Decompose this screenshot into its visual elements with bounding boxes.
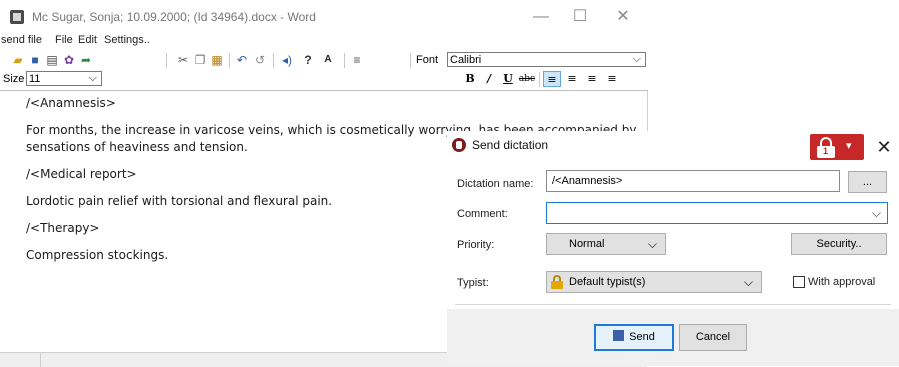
paragraph: Compression stockings. xyxy=(26,248,169,262)
paragraph: sensations of heaviness and tension. xyxy=(26,140,248,154)
redo-icon[interactable]: ↺ xyxy=(252,53,268,67)
save-icon[interactable]: ■ xyxy=(27,53,43,67)
window-title: Mc Sugar, Sonja; 10.09.2000; (Id 34964).… xyxy=(32,10,316,24)
cut-icon[interactable]: ✂ xyxy=(175,53,191,67)
menu-settings[interactable]: Settings.. xyxy=(104,34,150,46)
priority-select[interactable]: Normal ⌵ xyxy=(546,233,666,255)
app-icon xyxy=(10,10,24,24)
insert-icon[interactable]: ≡ xyxy=(349,53,365,67)
print-icon[interactable]: ▤ xyxy=(44,53,60,67)
with-approval-checkbox[interactable] xyxy=(793,276,805,288)
underline-button[interactable]: U xyxy=(499,71,517,87)
priority-label: Priority: xyxy=(457,239,495,251)
paragraph: Lordotic pain relief with torsional and … xyxy=(26,194,333,208)
dictation-name-value: /<Anamnesis> xyxy=(552,175,623,187)
chevron-down-icon: ⌵ xyxy=(743,275,753,289)
forward-icon[interactable]: ➦ xyxy=(78,53,94,67)
dictation-name-input[interactable]: /<Anamnesis> xyxy=(546,170,840,192)
comment-combobox[interactable]: ⌵ xyxy=(546,202,888,224)
bold-button[interactable]: B xyxy=(461,71,479,87)
browse-button[interactable]: ... xyxy=(848,171,887,193)
dictation-app-icon xyxy=(452,138,466,152)
send-icon xyxy=(613,330,625,341)
with-approval-label[interactable]: With approval xyxy=(808,276,875,288)
chevron-down-icon: ⌵ xyxy=(88,72,97,84)
maximize-button[interactable]: ☐ xyxy=(562,4,598,30)
open-folder-icon[interactable]: ▰ xyxy=(10,53,26,67)
typist-select[interactable]: Default typist(s) ⌵ xyxy=(546,271,762,293)
typist-label: Typist: xyxy=(457,277,489,289)
help-icon[interactable]: ? xyxy=(300,53,316,67)
padlock-icon xyxy=(551,275,563,289)
lock-badge: 1 xyxy=(823,146,829,156)
copy-icon[interactable]: ❐ xyxy=(192,53,208,67)
align-center-button[interactable]: ≡ xyxy=(563,71,581,87)
paragraph: /<Anamnesis> xyxy=(26,96,116,110)
size-select[interactable]: 11 ⌵ xyxy=(26,71,102,86)
send-label: Send xyxy=(629,331,655,343)
title-bar: Mc Sugar, Sonja; 10.09.2000; (Id 34964).… xyxy=(0,0,650,34)
text-style-icon[interactable]: A xyxy=(320,53,336,67)
chevron-down-icon: ⌵ xyxy=(871,206,881,220)
chevron-down-icon: ⌵ xyxy=(647,237,657,251)
align-left-button[interactable]: ≡ xyxy=(543,71,561,87)
chevron-down-icon: ▾ xyxy=(846,140,852,152)
align-right-button[interactable]: ≡ xyxy=(583,71,601,87)
send-button[interactable]: Send xyxy=(594,324,674,351)
paste-icon[interactable]: ▦ xyxy=(209,53,225,67)
security-button[interactable]: Security.. xyxy=(791,233,887,255)
dialog-title: Send dictation xyxy=(472,138,549,152)
italic-button[interactable]: / xyxy=(480,71,498,87)
format-toolbar: Size 11 ⌵ B / U abc ≡ ≡ ≡ ≡ xyxy=(0,70,650,89)
size-label: Size xyxy=(3,73,25,85)
size-value: 11 xyxy=(29,73,41,85)
paragraph: /<Therapy> xyxy=(26,221,100,235)
minimize-button[interactable]: — xyxy=(523,4,559,30)
font-label: Font xyxy=(416,54,439,66)
main-toolbar: ▰ ■ ▤ ✿ ➦ ✂ ❐ ▦ ↶ ↺ ◂) ? A ≡ Font Calibr… xyxy=(0,51,650,70)
lock-dropdown-button[interactable]: 1 ▾ xyxy=(810,134,864,160)
cancel-button[interactable]: Cancel xyxy=(679,324,747,351)
dictation-name-label: Dictation name: xyxy=(457,178,534,190)
menu-file[interactable]: File xyxy=(55,34,73,46)
font-value: Calibri xyxy=(450,54,482,66)
spellcheck-icon[interactable]: ✿ xyxy=(61,53,77,67)
strikethrough-button[interactable]: abc xyxy=(518,71,536,87)
dialog-footer: Send Cancel xyxy=(447,309,899,366)
menu-send-file[interactable]: send file xyxy=(1,34,42,46)
send-dictation-dialog: Send dictation 1 ▾ ✕ Dictation name: /<A… xyxy=(447,131,899,366)
undo-icon[interactable]: ↶ xyxy=(234,53,250,67)
priority-value: Normal xyxy=(569,238,605,250)
close-button[interactable]: ✕ xyxy=(605,4,641,30)
chevron-down-icon: ⌵ xyxy=(632,53,641,65)
paragraph: /<Medical report> xyxy=(26,167,137,181)
align-justify-button[interactable]: ≡ xyxy=(603,71,621,87)
dialog-close-button[interactable]: ✕ xyxy=(872,135,896,159)
font-select[interactable]: Calibri ⌵ xyxy=(447,52,646,67)
speaker-icon[interactable]: ◂) xyxy=(279,53,295,67)
menu-edit[interactable]: Edit xyxy=(78,34,97,46)
typist-value: Default typist(s) xyxy=(569,276,646,288)
comment-label: Comment: xyxy=(457,208,508,220)
